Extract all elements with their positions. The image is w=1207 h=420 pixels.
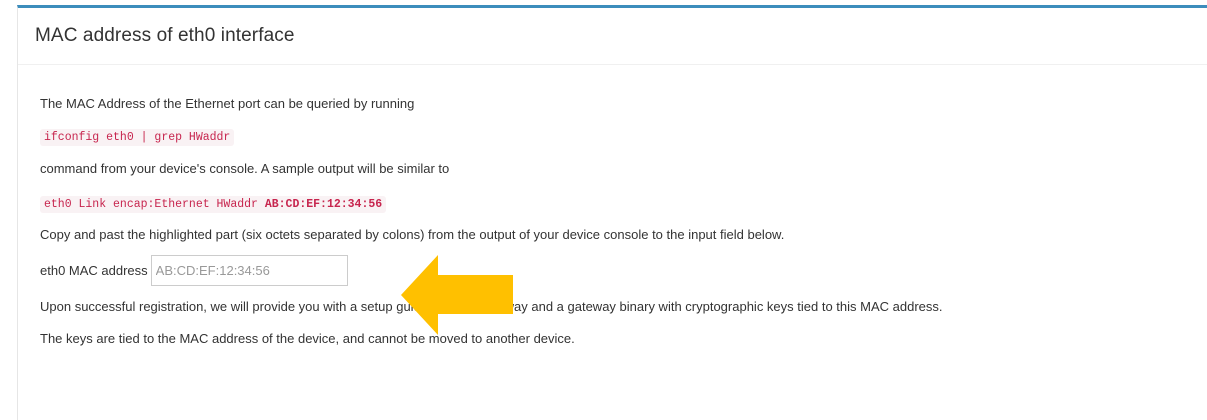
left-pointing-arrow-icon bbox=[401, 255, 513, 335]
command-line: ifconfig eth0 | grep HWaddr bbox=[40, 128, 235, 146]
panel-title: MAC address of eth0 interface bbox=[35, 25, 295, 46]
arrow-shape bbox=[401, 255, 513, 335]
copy-instruction-text: Copy and past the highlighted part (six … bbox=[40, 227, 785, 242]
after-command-text: command from your device's console. A sa… bbox=[40, 161, 450, 176]
mac-address-panel: MAC address of eth0 interface The MAC Ad… bbox=[17, 5, 1207, 420]
command-code: ifconfig eth0 | grep HWaddr bbox=[40, 129, 235, 146]
sample-output-code: eth0 Link encap:Ethernet HWaddr AB:CD:EF… bbox=[40, 196, 387, 213]
sample-output-line: eth0 Link encap:Ethernet HWaddr AB:CD:EF… bbox=[40, 195, 387, 213]
mac-address-label: eth0 MAC address bbox=[40, 263, 148, 278]
panel-header: MAC address of eth0 interface bbox=[18, 8, 1207, 65]
sample-output-prefix: eth0 Link encap:Ethernet HWaddr bbox=[44, 198, 265, 211]
intro-text: The MAC Address of the Ethernet port can… bbox=[40, 96, 415, 111]
mac-input-row: eth0 MAC address bbox=[40, 255, 348, 286]
mac-address-input[interactable] bbox=[150, 255, 348, 286]
sample-output-highlight: AB:CD:EF:12:34:56 bbox=[264, 198, 383, 211]
